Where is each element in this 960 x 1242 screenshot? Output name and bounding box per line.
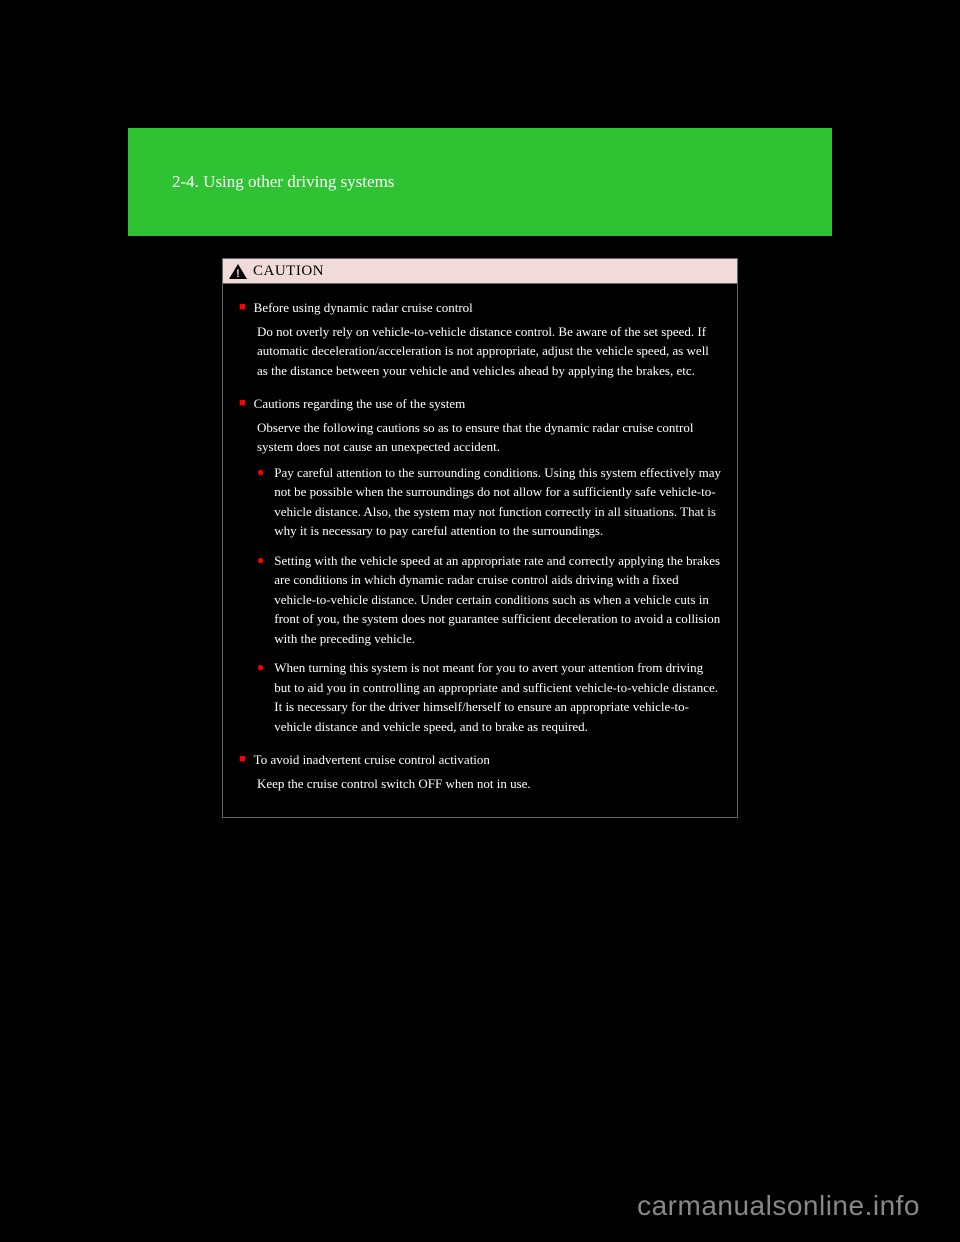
section-title: To avoid inadvertent cruise control acti… [254,750,490,770]
section-body-text: Observe the following cautions so as to … [239,418,721,457]
section-title: Cautions regarding the use of the system [254,394,466,414]
bullet-text: When turning this system is not meant fo… [274,658,721,736]
page: 2-4. Using other driving systems 220 ! C… [0,0,960,1242]
section-heading-row: ■ Before using dynamic radar cruise cont… [239,298,721,318]
caution-section: ■ To avoid inadvertent cruise control ac… [239,750,721,793]
section-heading-row: ■ To avoid inadvertent cruise control ac… [239,750,721,770]
dot-bullet-icon: ● [257,464,264,481]
square-bullet-icon: ■ [239,752,246,766]
square-bullet-icon: ■ [239,396,246,410]
section-body-text: Do not overly rely on vehicle-to-vehicle… [239,322,721,381]
caution-body: ■ Before using dynamic radar cruise cont… [222,284,738,818]
caution-section: ■ Cautions regarding the use of the syst… [239,394,721,736]
bullet-item: ● Pay careful attention to the surroundi… [239,463,721,541]
watermark-text: carmanualsonline.info [637,1190,920,1222]
section-title: Before using dynamic radar cruise contro… [254,298,473,318]
dot-bullet-icon: ● [257,659,264,676]
bullet-item: ● When turning this system is not meant … [239,658,721,736]
bullet-text: Setting with the vehicle speed at an app… [274,551,721,649]
dot-bullet-icon: ● [257,552,264,569]
bullet-text: Pay careful attention to the surrounding… [274,463,721,541]
warning-icon: ! [229,264,247,279]
section-header-text: 2-4. Using other driving systems [172,172,394,192]
caution-title: CAUTION [253,263,324,280]
caution-box: ! CAUTION ■ Before using dynamic radar c… [222,258,738,818]
section-header-bar: 2-4. Using other driving systems [128,128,832,236]
caution-section: ■ Before using dynamic radar cruise cont… [239,298,721,380]
section-body-text: Keep the cruise control switch OFF when … [239,774,721,794]
caution-header: ! CAUTION [222,258,738,284]
square-bullet-icon: ■ [239,300,246,314]
section-heading-row: ■ Cautions regarding the use of the syst… [239,394,721,414]
bullet-item: ● Setting with the vehicle speed at an a… [239,551,721,649]
svg-text:!: ! [236,268,240,279]
